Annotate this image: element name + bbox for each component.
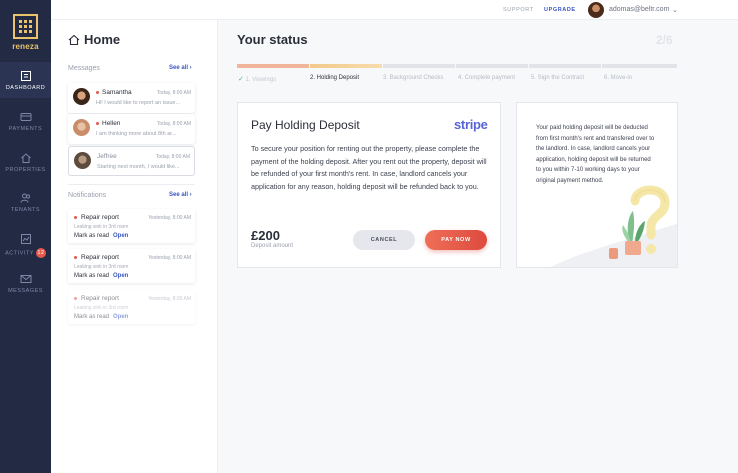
notification-item: Repair report Yesterday, 8:00 AM Leaking… — [68, 249, 195, 283]
nav-item-properties[interactable]: PROPERTIES — [0, 152, 51, 173]
unread-dot — [74, 216, 77, 219]
progress-segment-2 — [310, 64, 382, 68]
unread-dot — [96, 122, 99, 125]
notification-title: Repair report — [81, 295, 119, 302]
deposit-amount: £200 — [251, 228, 280, 243]
stripe-logo: stripe — [454, 117, 488, 132]
page-title: Home — [84, 32, 121, 47]
open-link[interactable]: Open — [113, 273, 128, 279]
nav-label: DASHBOARD — [5, 85, 46, 91]
message-time: Today, 8:00 AM — [155, 154, 190, 160]
step-move-in: 6. Move-in — [604, 75, 633, 81]
unread-dot — [74, 256, 77, 259]
see-all-messages-link[interactable]: See all › — [169, 65, 192, 71]
message-sender: Hellen — [102, 120, 121, 127]
info-text: Your paid holding deposit will be deduct… — [536, 125, 655, 184]
notification-subtitle: Leaking sink in 3rd room — [74, 264, 129, 270]
payments-icon — [20, 113, 31, 121]
deposit-amount-label: Deposit amount — [251, 243, 294, 249]
nav-item-dashboard[interactable]: DASHBOARD — [0, 70, 51, 91]
notification-time: Yesterday, 8:00 AM — [148, 215, 191, 221]
step-complete-payment: 4. Complete payment — [458, 75, 516, 81]
progress-segment-5 — [529, 64, 601, 68]
notification-title: Repair report — [81, 254, 119, 261]
open-link[interactable]: Open — [113, 314, 128, 320]
nav-item-messages[interactable]: MESSAGES — [0, 273, 51, 294]
sidebar-nav: reneza DASHBOARD PAYMENTS PROPERTIES TEN… — [0, 0, 51, 473]
avatar — [73, 119, 90, 136]
nav-label: TENANTS — [10, 207, 41, 213]
message-item[interactable]: Jeffree Today, 8:00 AM Starting next mon… — [68, 146, 195, 176]
brand-name: reneza — [12, 42, 39, 51]
check-icon: ✓ — [238, 76, 244, 83]
card-description: To secure your position for renting out … — [251, 144, 487, 191]
progress-segment-1 — [237, 64, 309, 68]
home-panel: Home Messages See all › Samantha Today, … — [51, 20, 218, 473]
nav-item-payments[interactable]: PAYMENTS — [0, 111, 51, 132]
card-title: Pay Holding Deposit — [251, 118, 360, 132]
activity-icon — [20, 234, 31, 244]
step-background-checks: 3. Background Checks — [383, 75, 444, 81]
avatar — [74, 152, 91, 169]
message-time: Today, 8:00 AM — [156, 121, 191, 127]
notification-item: Repair report Yesterday, 8:00 AM Leaking… — [68, 209, 195, 243]
info-card: Your paid holding deposit will be deduct… — [516, 102, 678, 268]
nav-item-tenants[interactable]: TENANTS — [0, 192, 51, 213]
message-item[interactable]: Samantha Today, 8:00 AM Hi! I would like… — [68, 83, 195, 113]
support-link[interactable]: SUPPORT — [503, 7, 534, 13]
notification-title: Repair report — [81, 214, 119, 221]
progress-segment-6 — [602, 64, 677, 68]
message-preview: Hi! I would like to report an issue... — [96, 100, 181, 106]
home-icon — [20, 153, 31, 163]
message-item[interactable]: Hellen Today, 8:00 AM I am thinking more… — [68, 114, 195, 144]
open-link[interactable]: Open — [113, 233, 128, 239]
message-sender: Samantha — [102, 89, 132, 96]
unread-dot — [96, 91, 99, 94]
step-viewings: ✓ 1. Viewings — [238, 76, 277, 83]
progress-segment-3 — [383, 64, 455, 68]
message-preview: I am thinking more about 8th ar... — [96, 131, 177, 137]
see-all-notifications-link[interactable]: See all › — [169, 192, 192, 198]
mark-as-read-link[interactable]: Mark as read — [74, 233, 109, 239]
notification-subtitle: Leaking sink in 3rd room — [74, 224, 129, 230]
mark-as-read-link[interactable]: Mark as read — [74, 314, 109, 320]
avatar — [73, 88, 90, 105]
activity-badge: 12 — [35, 248, 46, 258]
mark-as-read-link[interactable]: Mark as read — [74, 273, 109, 279]
nav-label: MESSAGES — [8, 288, 43, 294]
upgrade-link[interactable]: UPGRADE — [544, 7, 576, 13]
logo-icon[interactable] — [13, 14, 38, 39]
progress-segment-4 — [456, 64, 528, 68]
chevron-down-icon[interactable]: ⌄ — [672, 6, 678, 14]
cancel-button[interactable]: CANCEL — [353, 230, 415, 250]
divider — [68, 184, 195, 185]
notification-item: Repair report Yesterday, 8:00 AM Leaking… — [68, 290, 195, 324]
nav-label: PAYMENTS — [8, 126, 43, 132]
notifications-heading: Notifications — [68, 192, 107, 199]
tenants-icon — [20, 193, 30, 203]
step-counter: 2/6 — [656, 33, 673, 47]
home-icon — [68, 34, 80, 46]
step-holding-deposit: 2. Holding Deposit — [310, 75, 360, 81]
top-bar: SUPPORT UPGRADE adomas@beltr.com ⌄ — [51, 0, 738, 20]
nav-item-activity[interactable]: ACTIVITY 12 — [0, 233, 51, 258]
avatar[interactable] — [588, 2, 604, 18]
nav-label: ACTIVITY 12 — [5, 248, 46, 258]
unread-dot — [74, 297, 77, 300]
holding-deposit-card: Pay Holding Deposit stripe To secure you… — [237, 102, 501, 268]
nav-label: PROPERTIES — [5, 167, 46, 173]
dashboard-icon — [20, 71, 31, 81]
status-title: Your status — [237, 32, 308, 47]
notification-time: Yesterday, 8:00 AM — [148, 255, 191, 261]
notification-time: Yesterday, 8:00 AM — [148, 296, 191, 302]
message-sender: Jeffree — [97, 153, 117, 160]
message-preview: Starting next month, I would like... — [97, 164, 180, 170]
mail-icon — [20, 275, 31, 283]
message-time: Today, 8:00 AM — [156, 90, 191, 96]
messages-heading: Messages — [68, 65, 100, 72]
step-sign-contract: 5. Sign the Contract — [531, 75, 585, 81]
pay-now-button[interactable]: PAY NOW — [425, 230, 487, 250]
notification-subtitle: Leaking sink in 3rd room — [74, 305, 129, 311]
user-email[interactable]: adomas@beltr.com — [609, 6, 669, 13]
